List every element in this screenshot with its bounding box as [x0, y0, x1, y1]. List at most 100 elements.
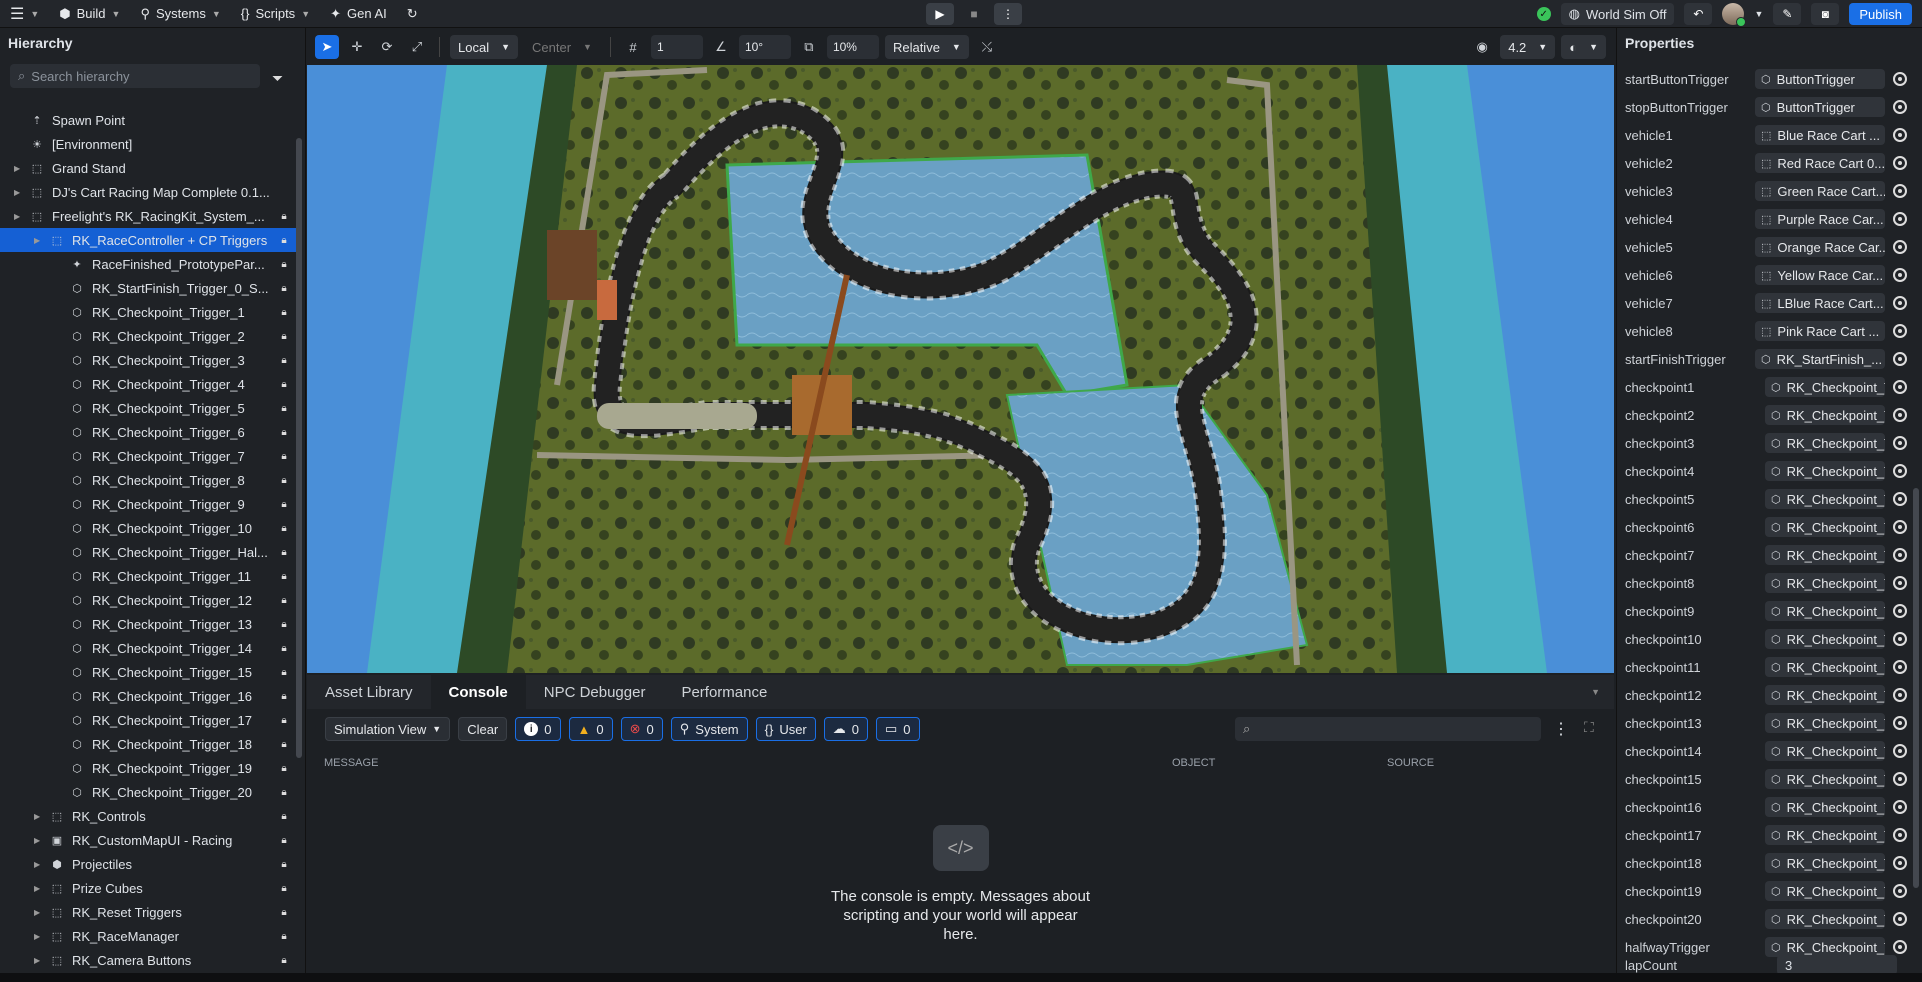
avatar[interactable] [1722, 3, 1747, 27]
property-reference-field[interactable]: ⬚ Red Race Cart 0... [1755, 153, 1885, 173]
lock-icon[interactable]: 🔒︎ [278, 498, 290, 510]
expand-icon[interactable]: ⛶ [1584, 719, 1594, 736]
expand-arrow-icon[interactable]: ▶ [34, 884, 40, 893]
target-picker-icon[interactable] [1893, 576, 1907, 590]
hierarchy-item[interactable]: ⬡ RK_Checkpoint_Trigger_1 🔒︎ [0, 300, 296, 324]
expand-arrow-icon[interactable]: ▶ [34, 860, 40, 869]
target-picker-icon[interactable] [1893, 408, 1907, 422]
target-picker-icon[interactable] [1893, 100, 1907, 114]
expand-arrow-icon[interactable]: ▶ [34, 836, 40, 845]
hierarchy-item[interactable]: ⬡ RK_Checkpoint_Trigger_11 🔒︎ [0, 564, 296, 588]
property-reference-field[interactable]: ⬡ RK_Checkpoint_T... [1765, 909, 1885, 929]
target-picker-icon[interactable] [1893, 632, 1907, 646]
vr-button[interactable]: ◙ [1811, 3, 1840, 25]
refresh-button[interactable]: ↻ [397, 0, 428, 28]
property-reference-field[interactable]: ⬡ RK_Checkpoint_T... [1765, 853, 1885, 873]
lock-icon[interactable]: 🔒︎ [278, 642, 290, 654]
hierarchy-item[interactable]: ▶ ⬚ Grand Stand [0, 156, 296, 180]
target-picker-icon[interactable] [1893, 772, 1907, 786]
target-picker-icon[interactable] [1893, 436, 1907, 450]
lock-icon[interactable]: 🔒︎ [278, 450, 290, 462]
lock-icon[interactable]: 🔒︎ [278, 402, 290, 414]
hierarchy-item[interactable]: ⬡ RK_Checkpoint_Trigger_19 🔒︎ [0, 756, 296, 780]
clear-button[interactable]: Clear [458, 717, 508, 741]
lock-icon[interactable]: 🔒︎ [278, 258, 290, 270]
hierarchy-item[interactable]: ⬡ RK_Checkpoint_Trigger_16 🔒︎ [0, 684, 296, 708]
property-reference-field[interactable]: ⬡ RK_Checkpoint_T... [1765, 629, 1885, 649]
hierarchy-item[interactable]: ⬡ RK_Checkpoint_Trigger_6 🔒︎ [0, 420, 296, 444]
property-reference-field[interactable]: ⬚ Blue Race Cart ... [1755, 125, 1885, 145]
hierarchy-item[interactable]: ⬡ RK_Checkpoint_Trigger_20 🔒︎ [0, 780, 296, 804]
lock-icon[interactable]: 🔒︎ [278, 378, 290, 390]
lap-count-input[interactable]: 3 [1777, 955, 1897, 975]
target-picker-icon[interactable] [1893, 828, 1907, 842]
target-picker-icon[interactable] [1893, 800, 1907, 814]
expand-arrow-icon[interactable]: ▶ [14, 188, 20, 197]
property-reference-field[interactable]: ⬡ RK_Checkpoint_T... [1765, 713, 1885, 733]
hierarchy-item[interactable]: ⬡ RK_Checkpoint_Trigger_5 🔒︎ [0, 396, 296, 420]
target-picker-icon[interactable] [1893, 380, 1907, 394]
play-button[interactable]: ▶ [926, 3, 954, 25]
expand-arrow-icon[interactable]: ▶ [34, 236, 40, 245]
hierarchy-item[interactable]: ☀ [Environment] [0, 132, 296, 156]
target-picker-icon[interactable] [1893, 688, 1907, 702]
filter-icon[interactable]: ⏷ [272, 70, 283, 87]
property-reference-field[interactable]: ⬡ ButtonTrigger [1755, 69, 1885, 89]
hierarchy-item[interactable]: ▶ ⬚ RK_RaceManager 🔒︎ [0, 924, 296, 948]
lock-icon[interactable]: 🔒︎ [278, 618, 290, 630]
lock-icon[interactable]: 🔒︎ [278, 306, 290, 318]
scale-snap-field[interactable]: 10% [826, 35, 879, 59]
user-filter-button[interactable]: {} User [755, 717, 816, 741]
hierarchy-item[interactable]: ⬡ RK_Checkpoint_Trigger_13 🔒︎ [0, 612, 296, 636]
scale-snap-button[interactable]: ⧉ [797, 35, 821, 59]
hierarchy-item[interactable]: ⬡ RK_Checkpoint_Trigger_9 🔒︎ [0, 492, 296, 516]
hierarchy-item[interactable]: ⬡ RK_Checkpoint_Trigger_14 🔒︎ [0, 636, 296, 660]
info-filter-button[interactable]: i0 [515, 717, 561, 741]
target-picker-icon[interactable] [1893, 268, 1907, 282]
scripts-menu[interactable]: {} Scripts ▼ [231, 0, 320, 28]
hierarchy-item[interactable]: ✦ RaceFinished_PrototypePar... 🔒︎ [0, 252, 296, 276]
build-menu[interactable]: ⬢ Build ▼ [49, 0, 130, 28]
target-picker-icon[interactable] [1893, 212, 1907, 226]
hierarchy-item[interactable]: ⬡ RK_Checkpoint_Trigger_Hal... 🔒︎ [0, 540, 296, 564]
rotate-snap-field[interactable]: 10° [738, 35, 791, 59]
hierarchy-item[interactable]: ⬡ RK_Checkpoint_Trigger_7 🔒︎ [0, 444, 296, 468]
property-reference-field[interactable]: ⬡ RK_Checkpoint_T... [1765, 489, 1885, 509]
pivot-dropdown[interactable]: Center ▼ [524, 35, 600, 59]
hierarchy-scrollbar[interactable] [296, 138, 302, 758]
cloud-filter-button[interactable]: ☁ 0 [823, 717, 868, 741]
systems-menu[interactable]: ⚲ Systems ▼ [130, 0, 230, 28]
world-sim-toggle[interactable]: ◍ World Sim Off [1560, 3, 1675, 25]
hierarchy-item[interactable]: ▶ ⬚ RK_RaceController + CP Triggers 🔒︎ [0, 228, 296, 252]
chevron-down-icon[interactable]: ▼ [1754, 9, 1763, 19]
hierarchy-item[interactable]: ▶ ⬚ RK_Controls 🔒︎ [0, 804, 296, 828]
lock-icon[interactable]: 🔒︎ [278, 522, 290, 534]
property-reference-field[interactable]: ⬡ RK_Checkpoint_T... [1765, 517, 1885, 537]
move-tool-button[interactable]: ✛ [345, 35, 369, 59]
lock-icon[interactable]: 🔒︎ [278, 210, 290, 222]
lock-icon[interactable]: 🔒︎ [278, 546, 290, 558]
target-picker-icon[interactable] [1893, 464, 1907, 478]
property-reference-field[interactable]: ⬡ RK_Checkpoint_T... [1765, 657, 1885, 677]
scale-tool-button[interactable]: ⤢ [405, 35, 429, 59]
expand-arrow-icon[interactable]: ▶ [34, 932, 40, 941]
target-picker-icon[interactable] [1893, 940, 1907, 954]
lock-icon[interactable]: 🔒︎ [278, 738, 290, 750]
target-picker-icon[interactable] [1893, 604, 1907, 618]
lock-icon[interactable]: 🔒︎ [278, 426, 290, 438]
more-options-button[interactable]: ⋮ [994, 3, 1022, 25]
property-reference-field[interactable]: ⬡ RK_Checkpoint_T... [1765, 461, 1885, 481]
target-picker-icon[interactable] [1893, 352, 1907, 366]
genai-menu[interactable]: ✦ Gen AI [320, 0, 397, 28]
hierarchy-item[interactable]: ⇡ Spawn Point [0, 108, 296, 132]
target-picker-icon[interactable] [1893, 660, 1907, 674]
more-vertical-icon[interactable]: ⋮ [1553, 719, 1569, 739]
property-reference-field[interactable]: ⬡ RK_Checkpoint_T... [1765, 601, 1885, 621]
property-reference-field[interactable]: ⬚ Green Race Cart... [1755, 181, 1885, 201]
hierarchy-item[interactable]: ⬡ RK_Checkpoint_Trigger_10 🔒︎ [0, 516, 296, 540]
target-picker-icon[interactable] [1893, 856, 1907, 870]
target-picker-icon[interactable] [1893, 72, 1907, 86]
target-picker-icon[interactable] [1893, 128, 1907, 142]
rotate-snap-button[interactable]: ∠ [709, 35, 733, 59]
collapse-panel-button[interactable]: ▼ [1591, 687, 1614, 697]
